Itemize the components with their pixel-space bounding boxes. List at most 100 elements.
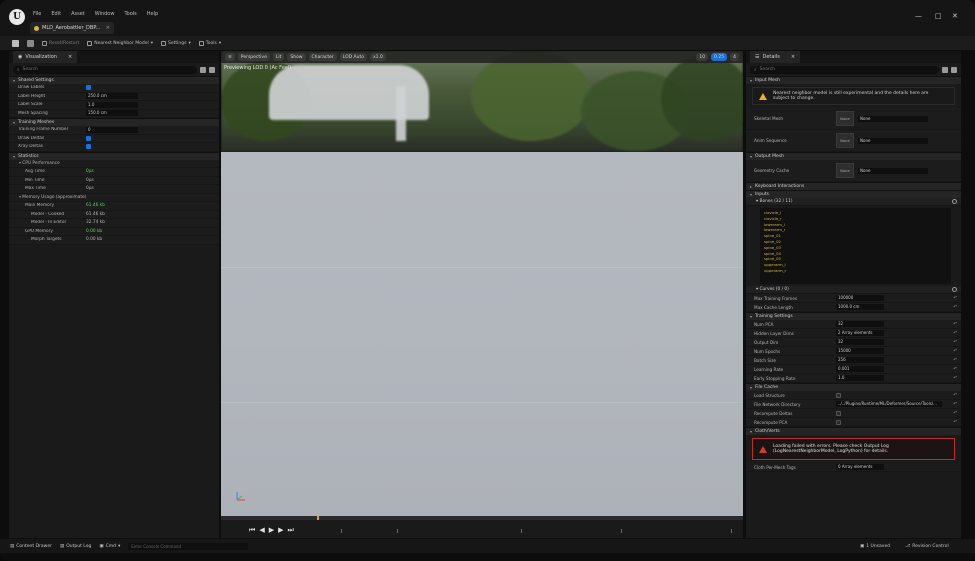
viewport-button-4[interactable]: LOD Auto [339, 53, 367, 61]
skip-start-icon[interactable]: ⏮ [249, 526, 255, 535]
section-cloth-verts[interactable]: ▾ Cloth/Verts [746, 427, 961, 435]
playhead[interactable] [317, 516, 319, 520]
view-options-icon[interactable] [942, 66, 948, 73]
collapse-icon[interactable]: ▾ [19, 194, 22, 199]
section-shared-settings[interactable]: ▾ Shared Settings [9, 76, 219, 84]
bone-item[interactable]: upperarm_l [764, 262, 947, 267]
bone-item[interactable]: spine_04 [764, 251, 947, 256]
minimize-icon[interactable]: — [915, 12, 922, 20]
reset-icon[interactable]: ↶ [953, 402, 957, 407]
property-value[interactable]: 150.0 cm [86, 110, 138, 117]
section-output-mesh[interactable]: ▾ Output Mesh [746, 152, 961, 160]
viewport-button-0[interactable]: Perspective [237, 53, 270, 61]
checkbox[interactable] [86, 85, 91, 91]
section-input-mesh[interactable]: ▾ Input Mesh [746, 76, 961, 84]
asset-thumbnail[interactable]: None [836, 133, 854, 148]
bone-item[interactable]: spine_01 [764, 233, 947, 238]
viewport-button-1[interactable]: Lit [272, 53, 285, 61]
section-file-cache[interactable]: ▾ File Cache [746, 383, 961, 391]
search-input[interactable]: ⌕ Search [750, 65, 939, 74]
property-value[interactable]: 2 Array elements [836, 330, 884, 336]
reset-button[interactable]: Reset/Restart [42, 40, 79, 46]
bone-item[interactable]: clavicle_r [764, 216, 947, 221]
bone-item[interactable]: lowerarm_r [764, 227, 947, 232]
snap-setting-2[interactable]: 4 [730, 53, 739, 61]
asset-picker-dropdown[interactable]: None [858, 167, 928, 174]
reset-icon[interactable]: ↶ [953, 331, 957, 336]
asset-thumbnail[interactable]: None [836, 163, 854, 178]
reset-icon[interactable]: ↶ [953, 340, 957, 345]
reset-icon[interactable]: ↶ [953, 376, 957, 381]
reset-icon[interactable]: ↶ [953, 322, 957, 327]
model-mode-dropdown[interactable]: Nearest Neighbor Model ▾ [87, 40, 153, 46]
step-forward-icon[interactable]: ▶ [278, 526, 283, 535]
bones-header[interactable]: ▾ Bones (32 / 11) [746, 198, 961, 206]
menu-tools[interactable]: Tools [124, 11, 136, 17]
settings-icon[interactable] [209, 66, 215, 73]
viewport-menu-button[interactable]: ≡ [225, 53, 235, 61]
content-drawer-button[interactable]: ▤ Content Drawer [10, 544, 52, 549]
property-value[interactable]: 32 [836, 321, 884, 327]
bone-item[interactable]: spine_05 [764, 256, 947, 261]
bone-item[interactable]: upperarm_r [764, 268, 947, 273]
bones-list[interactable]: clavicle_l clavicle_r lowerarm_l lowerarm_r… [760, 208, 951, 284]
bone-item[interactable]: lowerarm_l [764, 222, 947, 227]
reset-icon[interactable]: ↶ [953, 296, 957, 301]
console-command-input[interactable]: Enter Console Command [128, 542, 249, 550]
bone-item[interactable]: spine_03 [764, 245, 947, 250]
property-value[interactable]: 1.0 [836, 375, 884, 381]
section-keyboard-interactions[interactable]: ▸ Keyboard Interactions [746, 182, 961, 190]
browse-icon[interactable] [27, 39, 34, 47]
checkbox[interactable] [836, 419, 841, 425]
viewport-button-5[interactable]: x1.0 [369, 53, 386, 61]
timeline[interactable]: ⏮ ◀ ▶ ▶ ⏭ [221, 516, 743, 538]
add-curve-icon[interactable] [952, 287, 957, 292]
timeline-track[interactable] [221, 516, 743, 520]
property-value[interactable]: 15000 [836, 348, 884, 354]
section-training-meshes[interactable]: ▾ Training Meshes [9, 118, 219, 126]
asset-picker-dropdown[interactable]: None [858, 137, 928, 144]
settings-icon[interactable] [951, 66, 957, 73]
view-options-icon[interactable] [200, 66, 206, 73]
section-inputs[interactable]: ▾ Inputs [746, 190, 961, 198]
reset-icon[interactable]: ↶ [953, 367, 957, 372]
reset-icon[interactable]: ↶ [953, 393, 957, 398]
property-value[interactable]: 0.001 [836, 366, 884, 372]
property-value[interactable]: ../../Plugins/Runtime/ML/Deformer/Source… [836, 401, 942, 407]
menu-edit[interactable]: Edit [51, 11, 61, 17]
snap-setting-1[interactable]: 0.25 [711, 53, 728, 61]
reset-icon[interactable]: ↶ [953, 411, 957, 416]
bone-item[interactable]: spine_02 [764, 239, 947, 244]
collapse-icon[interactable]: ▾ [19, 160, 22, 165]
property-value[interactable]: 0 Array elements [836, 464, 884, 470]
close-tab-icon[interactable]: × [106, 25, 110, 31]
close-tab-icon[interactable]: × [791, 54, 795, 60]
close-window-icon[interactable]: ✕ [952, 12, 958, 20]
maximize-icon[interactable]: □ [935, 12, 942, 20]
property-value[interactable]: 0 [86, 126, 138, 133]
tab-visualization[interactable]: ◉ Visualization × [13, 51, 78, 63]
property-value[interactable]: 1.0 [86, 101, 138, 108]
checkbox[interactable] [836, 392, 841, 398]
tab-details[interactable]: ☰ Details × [750, 51, 801, 63]
close-tab-icon[interactable]: × [68, 54, 72, 60]
viewport[interactable]: ≡ Perspective Lit Show Character LOD Auto x1.… [221, 51, 743, 538]
property-value[interactable]: 250.0 cm [86, 93, 138, 100]
search-input[interactable]: ⌕ Search [13, 65, 197, 74]
revision-control-button[interactable]: ⎇ Revision Control [905, 539, 949, 553]
document-tab[interactable]: MLD_Aerobattler_DBP... × [30, 22, 114, 34]
menu-file[interactable]: File [33, 11, 41, 17]
menu-asset[interactable]: Asset [71, 11, 85, 17]
play-icon[interactable]: ▶ [269, 526, 274, 535]
section-training-settings[interactable]: ▾ Training Settings [746, 312, 961, 320]
property-value[interactable]: 100000 [836, 295, 884, 301]
skip-end-icon[interactable]: ⏭ [287, 526, 293, 535]
output-log-button[interactable]: ▤ Output Log [60, 544, 91, 549]
asset-thumbnail[interactable]: None [836, 111, 854, 126]
asset-picker-dropdown[interactable]: None [858, 115, 928, 122]
tools-dropdown[interactable]: Tools ▾ [198, 40, 221, 46]
unsaved-button[interactable]: ▣ 1 Unsaved [860, 539, 890, 553]
checkbox[interactable] [86, 135, 91, 141]
property-value[interactable]: 256 [836, 357, 884, 363]
checkbox[interactable] [836, 410, 841, 416]
